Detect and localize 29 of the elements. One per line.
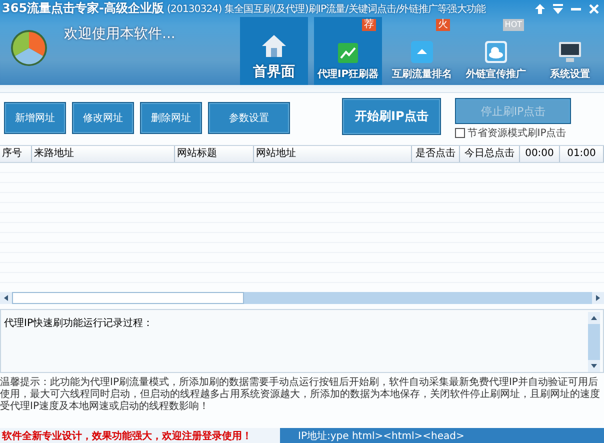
badge: 火 — [436, 19, 450, 31]
column-header[interactable]: 今日总点击 — [460, 146, 520, 162]
column-header[interactable]: 序号 — [0, 146, 32, 162]
toolbar-button[interactable]: 修改网址 — [72, 102, 134, 134]
column-header[interactable]: 是否点击 — [412, 146, 460, 162]
badge: HOT — [502, 19, 524, 31]
start-button[interactable]: 开始刷IP点击 — [342, 98, 442, 135]
toolbar-button[interactable]: 删除网址 — [140, 102, 202, 134]
window-title: 365流量点击专家-高级企业版 — [2, 0, 164, 17]
nav-tab[interactable]: 火 互刷流量排名 — [388, 17, 456, 85]
column-header[interactable]: 网站标题 — [175, 146, 254, 162]
toolbar-button[interactable]: 新增网址 — [4, 102, 66, 134]
nav-tab[interactable]: 荐 代理IP狂刷器 — [314, 17, 382, 85]
status-message: 软件全新专业设计，效果功能强大，欢迎注册登录使用！ — [2, 429, 252, 442]
toolbar-button[interactable]: 参数设置 — [208, 102, 290, 134]
checkbox-label: 节省资源模式刷IP点击 — [467, 126, 566, 140]
tip-text: 温馨提示：此功能为代理IP刷流量模式，所添加刷的数据需要手动点运行按钮后开始刷，软件自动采集最新免费代理IP并自动验证可用后使用，最大可六线程同时启动，但启动的线程越多占用系统资源越大，所添加的数据为本地保存，关闭软件停止刷网址，且刷网址的速度受代理IP速度及本地网速或启动的线程数影响！ — [0, 377, 601, 414]
nav-tab[interactable]: HOT 外链宣传推广 — [462, 17, 530, 85]
column-header[interactable]: 来路地址 — [32, 146, 175, 162]
ip-address-text: IP地址:ype html><html><head> — [298, 430, 464, 442]
welcome-text: 欢迎使用本软件... — [64, 25, 176, 43]
column-header[interactable]: 00:00 — [520, 146, 560, 162]
window-subtitle: (20130324) 集全国互刷(及代理)刷IP流量/关键词点击/外链推广等强大功能 — [167, 2, 486, 16]
log-text: 代理IP快速刷功能运行记录过程： — [3, 316, 154, 331]
column-header[interactable]: 网站地址 — [254, 146, 412, 162]
column-header[interactable]: 01:00 — [560, 146, 604, 162]
badge: 荐 — [362, 19, 376, 31]
nav-tab[interactable]: 首界面 — [240, 17, 308, 85]
nav-tab[interactable]: 系统设置 — [536, 17, 604, 85]
